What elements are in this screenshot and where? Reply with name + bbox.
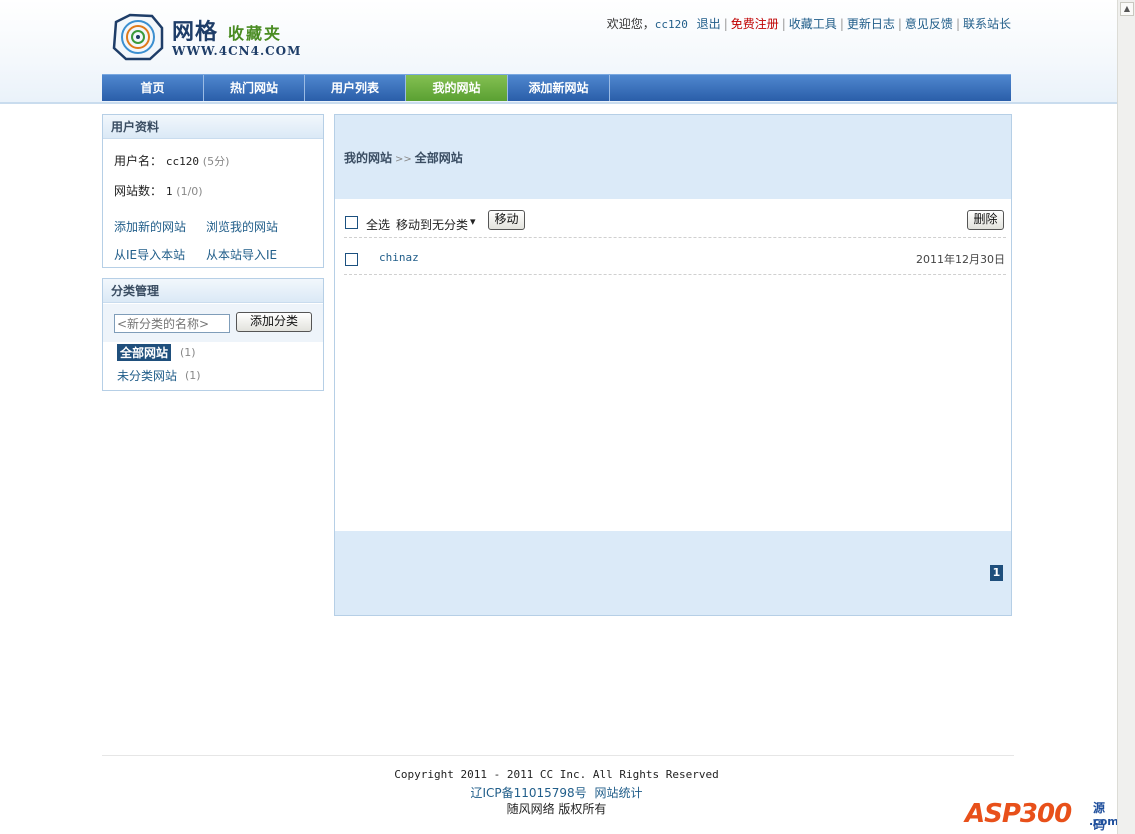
select-all-checkbox[interactable] bbox=[345, 216, 358, 229]
owner-text: 随风网络 版权所有 bbox=[506, 802, 607, 816]
category-uncategorized[interactable]: 未分类网站 bbox=[117, 367, 177, 384]
feedback-link[interactable]: 意见反馈 bbox=[905, 17, 953, 31]
nav-hot-sites[interactable]: 热门网站 bbox=[204, 75, 305, 101]
watermark-domain: .com bbox=[1089, 815, 1119, 828]
site-link[interactable]: chinaz bbox=[379, 251, 419, 264]
site-logo[interactable]: 网格 收藏夹 WWW.4CN4.COM bbox=[110, 12, 300, 62]
breadcrumb-root[interactable]: 我的网站 bbox=[344, 151, 392, 165]
divider bbox=[344, 274, 1006, 275]
breadcrumb-separator: >> bbox=[395, 154, 412, 165]
stats-link[interactable]: 网站统计 bbox=[595, 786, 643, 800]
bookmark-tool-link[interactable]: 收藏工具 bbox=[789, 17, 837, 31]
contact-link[interactable]: 联系站长 bbox=[963, 17, 1011, 31]
category-panel: 分类管理 添加分类 全部网站 (1) 未分类网站 (1) bbox=[102, 278, 324, 391]
logo-subtitle: 收藏夹 bbox=[228, 24, 283, 43]
spiral-logo-icon bbox=[112, 13, 164, 61]
welcome-text: 欢迎您， bbox=[606, 17, 655, 31]
category-panel-title: 分类管理 bbox=[103, 279, 323, 303]
footer-divider bbox=[102, 755, 1014, 756]
pagination-bar: 1 bbox=[335, 531, 1011, 615]
divider bbox=[344, 237, 1006, 238]
site-list-header: 我的网站 >> 全部网站 bbox=[335, 115, 1011, 199]
move-button[interactable]: 移动 bbox=[488, 210, 525, 230]
copyright-text: Copyright 2011 - 2011 CC Inc. All Rights… bbox=[394, 768, 719, 781]
watermark-brand: ASP300 bbox=[965, 799, 1072, 829]
register-link[interactable]: 免费注册 bbox=[731, 17, 779, 31]
scroll-up-icon[interactable]: ▲ bbox=[1120, 2, 1134, 16]
logo-url: WWW.4CN4.COM bbox=[172, 44, 302, 58]
logo-title: 网格 bbox=[172, 20, 219, 45]
site-count-row: 网站数： 1 (1/0) bbox=[114, 182, 203, 199]
profile-panel: 用户资料 用户名： cc120 (5分) 网站数： 1 (1/0) 添加新的网站… bbox=[102, 114, 324, 268]
vertical-scrollbar[interactable]: ▲ bbox=[1117, 0, 1135, 834]
username-row: 用户名： cc120 (5分) bbox=[114, 152, 229, 169]
page-number-current[interactable]: 1 bbox=[990, 565, 1003, 581]
category-all-count: (1) bbox=[180, 346, 196, 359]
category-uncategorized-count: (1) bbox=[185, 369, 201, 382]
site-count-label: 网站数： bbox=[114, 184, 163, 198]
browse-sites-link[interactable]: 浏览我的网站 bbox=[206, 218, 278, 235]
breadcrumb-current: 全部网站 bbox=[414, 151, 463, 165]
main-nav: 首页 热门网站 用户列表 我的网站 添加新网站 bbox=[102, 74, 1011, 101]
add-category-button[interactable]: 添加分类 bbox=[236, 312, 312, 332]
site-row-checkbox[interactable] bbox=[345, 253, 358, 266]
select-all-label: 全选 bbox=[366, 218, 391, 232]
category-all-sites[interactable]: 全部网站 bbox=[117, 344, 172, 361]
top-links: 欢迎您，cc120 退出 | 免费注册 | 收藏工具 | 更新日志 | 意见反馈 | 联系站长 bbox=[606, 17, 1011, 31]
new-category-input[interactable] bbox=[114, 314, 230, 333]
import-from-ie-link[interactable]: 从IE导入本站 bbox=[114, 246, 185, 263]
site-count-ratio: (1/0) bbox=[176, 185, 203, 198]
footer-links: 辽ICP备11015798号 网站统计 bbox=[102, 784, 1011, 801]
site-count-value: 1 bbox=[165, 185, 173, 198]
move-to-label: 移动到无分类 bbox=[396, 218, 469, 232]
icp-link[interactable]: 辽ICP备11015798号 bbox=[470, 786, 586, 800]
nav-my-sites[interactable]: 我的网站 bbox=[406, 75, 508, 101]
nav-user-list[interactable]: 用户列表 bbox=[305, 75, 406, 101]
site-date: 2011年12月30日 bbox=[916, 253, 1005, 266]
add-site-link[interactable]: 添加新的网站 bbox=[114, 218, 186, 235]
nav-home[interactable]: 首页 bbox=[102, 75, 204, 101]
watermark-logo: ASP300 源码 .com bbox=[965, 797, 1119, 832]
username-value: cc120 bbox=[165, 155, 199, 168]
logout-link[interactable]: 退出 bbox=[697, 17, 721, 31]
changelog-link[interactable]: 更新日志 bbox=[847, 17, 895, 31]
move-target-dropdown[interactable]: ▾ bbox=[470, 215, 476, 228]
username-label: 用户名： bbox=[114, 154, 163, 168]
current-username: cc120 bbox=[654, 18, 688, 31]
nav-add-site[interactable]: 添加新网站 bbox=[508, 75, 610, 101]
delete-button[interactable]: 删除 bbox=[967, 210, 1004, 230]
breadcrumb: 我的网站 >> 全部网站 bbox=[344, 149, 463, 166]
profile-panel-title: 用户资料 bbox=[103, 115, 323, 139]
user-points: (5分) bbox=[202, 155, 230, 168]
site-list-panel: 我的网站 >> 全部网站 全选 移动到无分类 ▾ 移动 删除 chinaz 2011… bbox=[334, 114, 1012, 616]
export-to-ie-link[interactable]: 从本站导入IE bbox=[206, 246, 277, 263]
